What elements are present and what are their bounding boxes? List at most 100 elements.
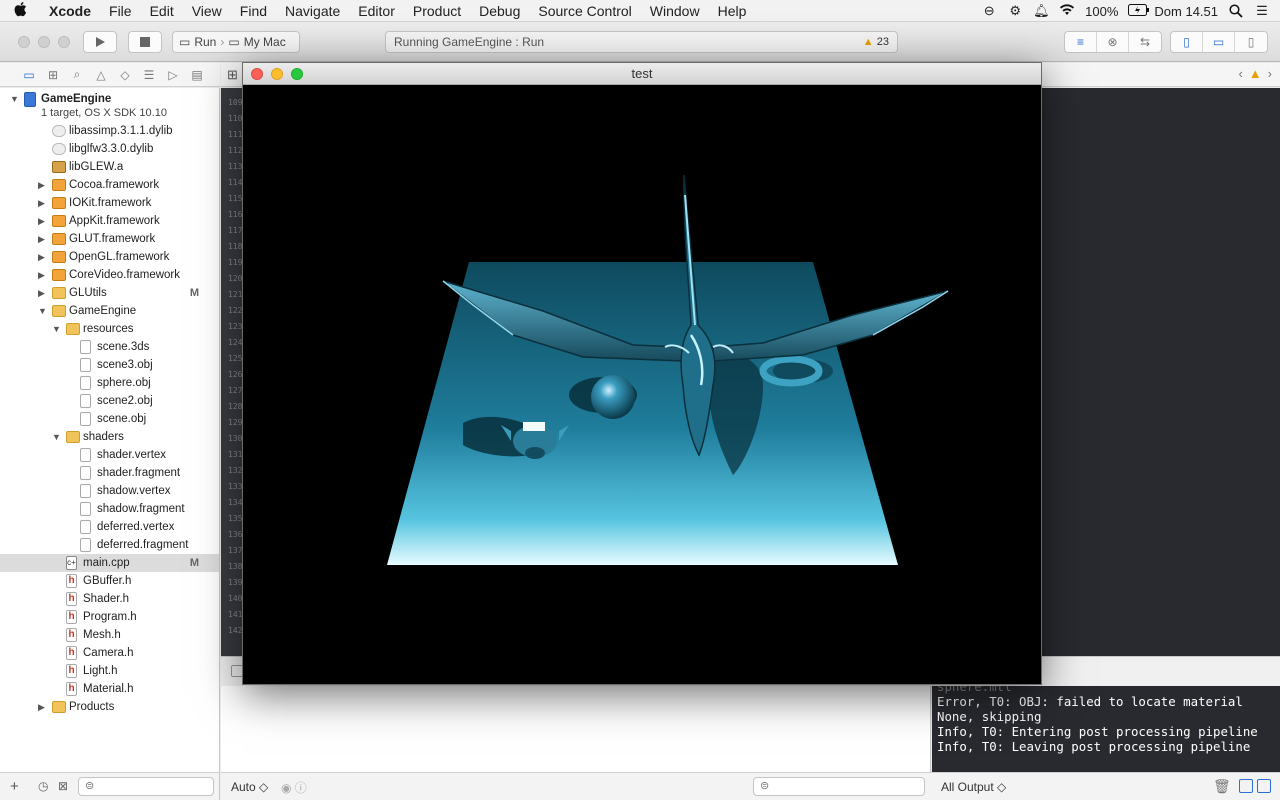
navigator-item[interactable]: scene.3ds [0,338,219,356]
menu-help[interactable]: Help [709,0,756,22]
navigator-item[interactable]: h Shader.h [0,590,219,608]
view-toggle-segment[interactable]: ▯ ▭ ▯ [1170,31,1268,53]
report-navigator-icon[interactable]: ▤ [188,68,206,82]
warning-indicator[interactable]: ▲ 23 [863,32,889,52]
window-close-button[interactable] [18,36,30,48]
navigator-item[interactable]: ▼ GameEngine [0,302,219,320]
navigator-item[interactable]: scene.obj [0,410,219,428]
navigator-item[interactable]: ▶ GLUT.framework [0,230,219,248]
menu-window[interactable]: Window [641,0,709,22]
window-zoom-button[interactable] [58,36,70,48]
navigator-item[interactable]: ▶ Cocoa.framework [0,176,219,194]
debug-area-toggle-icon[interactable]: ▭ [1203,32,1235,52]
project-root-row[interactable]: ▼ GameEngine 1 target, OS X SDK 10.10 [0,90,219,120]
utilities-toggle-icon[interactable]: ▯ [1235,32,1267,52]
system-extension-icon[interactable]: ⚙ [1007,4,1023,18]
disclosure-closed-icon[interactable]: ▶ [38,248,48,266]
navigator-toggle-icon[interactable]: ▯ [1171,32,1203,52]
disclosure-closed-icon[interactable]: ▶ [38,266,48,284]
right-pane-icon[interactable] [1257,779,1271,793]
apple-menu-icon[interactable] [0,1,40,21]
do-not-disturb-icon[interactable]: ⊖ [981,4,997,18]
game-window[interactable]: test [242,62,1042,685]
notification-center-icon[interactable]: ☰ [1254,4,1270,18]
scheme-selector[interactable]: ▭ Run › ▭ My Mac [172,31,300,53]
navigator-item[interactable]: deferred.vertex [0,518,219,536]
menu-file[interactable]: File [100,0,141,22]
add-file-button[interactable]: + [10,778,19,795]
breakpoint-navigator-icon[interactable]: ▷ [164,68,182,82]
disclosure-open-icon[interactable]: ▼ [52,428,62,446]
run-button[interactable] [83,31,117,53]
navigator-item[interactable]: shader.fragment [0,464,219,482]
navigator-item[interactable]: libGLEW.a [0,158,219,176]
editor-mode-segment[interactable]: ≡ ⊗ ⇆ [1064,31,1162,53]
left-pane-icon[interactable] [1239,779,1253,793]
navigator-item[interactable]: h Mesh.h [0,626,219,644]
game-window-close-button[interactable] [251,68,263,80]
assistant-editor-icon[interactable]: ⊗ [1097,32,1129,52]
navigator-item[interactable]: h Light.h [0,662,219,680]
navigator-item[interactable]: shader.vertex [0,446,219,464]
spotlight-search-icon[interactable] [1228,4,1244,18]
stop-button[interactable] [128,31,162,53]
navigator-item[interactable]: ▶ IOKit.framework [0,194,219,212]
disclosure-open-icon[interactable]: ▼ [10,90,20,108]
navigator-item[interactable]: scene3.obj [0,356,219,374]
menu-debug[interactable]: Debug [470,0,529,22]
disclosure-closed-icon[interactable]: ▶ [38,212,48,230]
menu-app-name[interactable]: Xcode [40,0,100,22]
navigator-item[interactable]: deferred.fragment [0,536,219,554]
navigator-item[interactable]: ▶ Products [0,698,219,716]
navigator-item[interactable]: ▼ resources [0,320,219,338]
navigator-item[interactable]: h Program.h [0,608,219,626]
version-editor-icon[interactable]: ⇆ [1129,32,1161,52]
navigator-item[interactable]: h Material.h [0,680,219,698]
menu-view[interactable]: View [183,0,231,22]
navigator-item[interactable]: libassimp.3.1.1.dylib [0,122,219,140]
find-navigator-icon[interactable]: ⌕ [68,67,86,82]
notification-bell-icon[interactable]: 🔔︎ [1033,4,1050,18]
menu-product[interactable]: Product [404,0,470,22]
disclosure-closed-icon[interactable]: ▶ [38,284,48,302]
wifi-icon[interactable] [1059,4,1075,18]
chevron-right-icon[interactable]: › [1268,66,1272,81]
variables-scope-selector[interactable]: Auto ◇ [231,780,268,794]
menu-editor[interactable]: Editor [349,0,404,22]
game-window-title-bar[interactable]: test [243,63,1041,85]
game-window-zoom-button[interactable] [291,68,303,80]
console-layout-toggle[interactable] [1239,779,1271,793]
navigator-item[interactable]: ▼ shaders [0,428,219,446]
navigator-item[interactable]: sphere.obj [0,374,219,392]
variables-filter-input[interactable]: ⊜ [753,777,925,796]
symbol-navigator-icon[interactable]: ⊞ [44,68,62,82]
disclosure-open-icon[interactable]: ▼ [52,320,62,338]
chevron-left-icon[interactable]: ‹ [1238,66,1242,81]
navigator-item[interactable]: ▶ GLUtils M [0,284,219,302]
disclosure-closed-icon[interactable]: ▶ [38,176,48,194]
disclosure-closed-icon[interactable]: ▶ [38,194,48,212]
navigator-item[interactable]: ▶ CoreVideo.framework [0,266,219,284]
navigator-item[interactable]: shadow.vertex [0,482,219,500]
clear-console-trash-icon[interactable]: 🗑︎ [1213,778,1231,795]
navigator-item[interactable]: libglfw3.3.0.dylib [0,140,219,158]
quick-look-eye-icon[interactable]: ◉ ⓘ [281,779,307,796]
scm-filter-icon[interactable]: ⊠ [58,779,68,793]
project-navigator-icon[interactable]: ▭ [20,68,38,82]
menu-edit[interactable]: Edit [141,0,183,22]
navigator-item[interactable]: h Camera.h [0,644,219,662]
related-items-icon[interactable]: ⊞ [227,67,238,83]
issue-navigator-icon[interactable]: △ [92,68,110,82]
clock[interactable]: Dom 14.51 [1154,4,1218,19]
navigator-item[interactable]: ▶ AppKit.framework [0,212,219,230]
navigator-item[interactable]: ▶ OpenGL.framework [0,248,219,266]
disclosure-closed-icon[interactable]: ▶ [38,698,48,716]
standard-editor-icon[interactable]: ≡ [1065,32,1097,52]
navigator-item[interactable]: c+ main.cpp M [0,554,219,572]
battery-icon[interactable] [1128,4,1150,18]
menu-find[interactable]: Find [231,0,276,22]
activity-viewer[interactable]: Running GameEngine : Run ▲ 23 [385,31,898,53]
menu-source-control[interactable]: Source Control [529,0,640,22]
test-navigator-icon[interactable]: ◇ [116,68,134,82]
disclosure-closed-icon[interactable]: ▶ [38,230,48,248]
